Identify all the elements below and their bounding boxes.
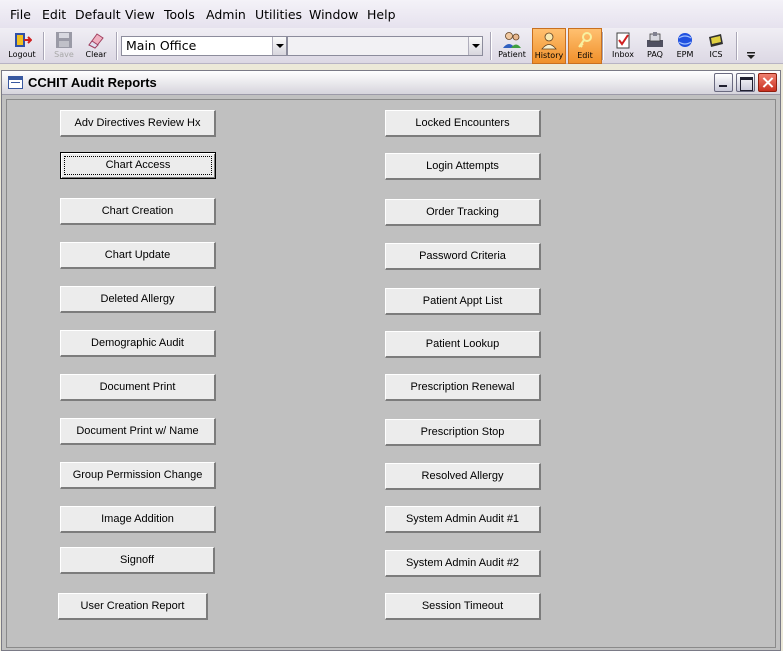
- report-chart-update-button[interactable]: Chart Update: [60, 242, 216, 269]
- toolbar: Logout Save Clear Main Office Patient Hi…: [0, 28, 783, 64]
- window-titlebar[interactable]: CCHIT Audit Reports: [2, 71, 780, 95]
- clear-button[interactable]: Clear: [79, 28, 113, 64]
- ics-icon: [709, 34, 723, 47]
- menu-help[interactable]: Help: [367, 7, 396, 22]
- paq-icon: [647, 32, 663, 47]
- report-prescription-renewal-button[interactable]: Prescription Renewal: [385, 374, 541, 401]
- patient-icon: [503, 32, 521, 48]
- report-document-print-name-button[interactable]: Document Print w/ Name: [60, 418, 216, 445]
- chevron-down-icon: [747, 52, 755, 59]
- secondary-select[interactable]: [287, 36, 483, 56]
- report-password-criteria-button[interactable]: Password Criteria: [385, 243, 541, 270]
- toolbar-separator: [43, 32, 44, 60]
- minimize-button[interactable]: [714, 73, 733, 92]
- report-signoff-button[interactable]: Signoff: [60, 547, 215, 574]
- inbox-button[interactable]: Inbox: [606, 28, 640, 64]
- report-system-admin-1-button[interactable]: System Admin Audit #1: [385, 506, 541, 533]
- report-document-print-button[interactable]: Document Print: [60, 374, 216, 401]
- report-image-addition-button[interactable]: Image Addition: [60, 506, 216, 533]
- chevron-down-icon[interactable]: [272, 37, 286, 55]
- report-order-tracking-button[interactable]: Order Tracking: [385, 199, 541, 226]
- report-prescription-stop-button[interactable]: Prescription Stop: [385, 419, 541, 446]
- audit-reports-window: CCHIT Audit Reports Adv Directives Revie…: [1, 70, 781, 651]
- report-system-admin-2-button[interactable]: System Admin Audit #2: [385, 550, 541, 577]
- history-icon: [541, 32, 557, 50]
- maximize-button[interactable]: [736, 73, 755, 92]
- menu-tools[interactable]: Tools: [164, 7, 195, 22]
- eraser-icon: [88, 33, 104, 49]
- save-icon: [56, 32, 72, 48]
- key-icon: [578, 32, 592, 48]
- report-chart-creation-button[interactable]: Chart Creation: [60, 198, 216, 225]
- report-user-creation-button[interactable]: User Creation Report: [58, 593, 208, 620]
- report-demographic-audit-button[interactable]: Demographic Audit: [60, 330, 216, 357]
- toolbar-separator: [490, 32, 491, 60]
- menu-bar: File Edit Default View Tools Admin Utili…: [0, 0, 783, 28]
- report-chart-access-button[interactable]: Chart Access: [60, 152, 216, 179]
- report-group-permission-button[interactable]: Group Permission Change: [60, 462, 216, 489]
- epm-icon: [678, 33, 692, 47]
- report-login-attempts-button[interactable]: Login Attempts: [385, 153, 541, 180]
- save-button[interactable]: Save: [47, 28, 81, 64]
- history-button[interactable]: History: [532, 28, 566, 64]
- menu-admin[interactable]: Admin: [206, 7, 246, 22]
- close-button[interactable]: [758, 73, 777, 92]
- patient-button[interactable]: Patient: [495, 28, 529, 64]
- window-title: CCHIT Audit Reports: [28, 75, 157, 90]
- toolbar-separator: [116, 32, 117, 60]
- ics-button[interactable]: ICS: [699, 28, 733, 64]
- menu-edit[interactable]: Edit: [42, 7, 66, 22]
- logout-button[interactable]: Logout: [5, 28, 39, 64]
- chevron-down-icon[interactable]: [468, 37, 482, 55]
- toolbar-separator: [736, 32, 737, 60]
- inbox-icon: [616, 32, 630, 49]
- logout-icon: [15, 33, 32, 47]
- toolbar-overflow-button[interactable]: [745, 40, 757, 60]
- report-adv-directives-button[interactable]: Adv Directives Review Hx: [60, 110, 216, 137]
- menu-file[interactable]: File: [10, 7, 31, 22]
- report-locked-encounters-button[interactable]: Locked Encounters: [385, 110, 541, 137]
- paq-button[interactable]: PAQ: [638, 28, 672, 64]
- reports-panel: Adv Directives Review Hx Chart Access Ch…: [6, 99, 776, 648]
- report-patient-appt-list-button[interactable]: Patient Appt List: [385, 288, 541, 315]
- location-select-value: Main Office: [126, 38, 197, 53]
- report-resolved-allergy-button[interactable]: Resolved Allergy: [385, 463, 541, 490]
- menu-utilities[interactable]: Utilities: [255, 7, 302, 22]
- window-list-icon: [8, 76, 23, 89]
- report-session-timeout-button[interactable]: Session Timeout: [385, 593, 541, 620]
- edit-button[interactable]: Edit: [568, 28, 602, 64]
- epm-button[interactable]: EPM: [668, 28, 702, 64]
- report-patient-lookup-button[interactable]: Patient Lookup: [385, 331, 541, 358]
- menu-window[interactable]: Window: [309, 7, 358, 22]
- report-deleted-allergy-button[interactable]: Deleted Allergy: [60, 286, 216, 313]
- location-select[interactable]: Main Office: [121, 36, 287, 56]
- menu-default[interactable]: Default: [75, 7, 121, 22]
- toolbar-separator: [602, 32, 603, 60]
- menu-view[interactable]: View: [125, 7, 155, 22]
